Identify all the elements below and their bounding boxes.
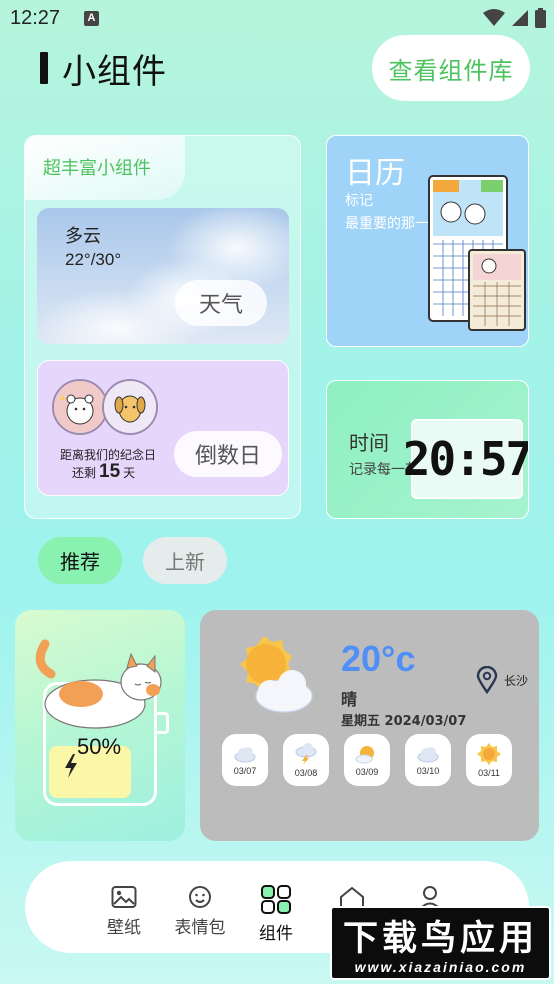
clock-time: 20:57 [402, 432, 529, 486]
cloudy-icon [234, 746, 256, 762]
forecast-day: 03/08 [283, 734, 329, 786]
notification-icon: A [84, 11, 99, 26]
rich-widgets-tab: 超丰富小组件 [25, 136, 185, 200]
countdown-widget-tile[interactable]: 距离我们的纪念日 还剩 15 天 倒数日 [37, 360, 289, 496]
title-accent-bar [40, 52, 48, 84]
emoji-icon [189, 886, 211, 908]
weather-condition: 多云 [65, 226, 101, 247]
battery-widget-card[interactable]: 50% [15, 610, 185, 841]
forecast-date: 03/10 [416, 765, 440, 776]
nav-wallpaper[interactable]: 壁纸 [89, 885, 159, 938]
dog-icon [104, 381, 156, 433]
current-condition: 晴 [341, 690, 358, 709]
calendar-illustration-icon [428, 175, 526, 331]
image-icon [111, 886, 137, 908]
weather-widget-card[interactable]: 20°c 晴 星期五 2024/03/07 长沙 03/07 03/08 03/… [200, 610, 539, 841]
tab-new[interactable]: 上新 [143, 537, 227, 584]
forecast-date: 03/09 [355, 766, 379, 777]
city-name: 长沙 [504, 673, 529, 688]
sunny-icon [477, 742, 501, 765]
widgets-grid-icon [261, 885, 291, 914]
battery-percent: 50% [77, 734, 122, 759]
countdown-days: 15 [99, 461, 121, 482]
watermark-sub: www.xiazainiao.com [354, 959, 527, 975]
forecast-day: 03/11 [466, 734, 512, 786]
current-date: 星期五 2024/03/07 [341, 714, 467, 729]
page-header: 小组件 [40, 48, 167, 92]
status-icons [483, 8, 546, 28]
time-title: 时间 [349, 431, 389, 455]
city-location: 长沙 [476, 666, 528, 694]
forecast-date: 03/11 [478, 767, 500, 778]
nav-stickers[interactable]: 表情包 [165, 885, 235, 938]
countdown-remain-prefix: 还剩 [72, 466, 97, 480]
calendar-title: 日历 [345, 156, 405, 191]
nav-widgets[interactable]: 组件 [241, 885, 311, 944]
calendar-widget-card[interactable]: 日历 标记 最重要的那一天 [326, 135, 529, 347]
view-widget-library-button[interactable]: 查看组件库 [372, 35, 530, 101]
nav-widgets-label: 组件 [259, 924, 293, 944]
nav-stickers-label: 表情包 [174, 918, 226, 938]
countdown-remaining: 还剩 15 天 [72, 461, 135, 483]
forecast-day: 03/10 [405, 734, 451, 786]
clock-face: 20:57 [403, 419, 528, 499]
watermark: 下载鸟应用 www.xiazainiao.com [330, 906, 551, 980]
countdown-button[interactable]: 倒数日 [174, 431, 282, 477]
tab-recommended[interactable]: 推荐 [38, 537, 122, 584]
signal-icon [512, 10, 528, 26]
status-bar: 12:27 A [0, 0, 554, 36]
countdown-unit: 天 [123, 466, 136, 480]
weather-temp-range: 22°/30° [65, 250, 122, 269]
forecast-date: 03/08 [294, 767, 318, 778]
partly-sunny-icon [355, 745, 374, 763]
status-time: 12:27 [10, 7, 61, 29]
lightning-icon [65, 754, 77, 778]
calendar-subtitle-line1: 标记 [345, 193, 373, 209]
watermark-main: 下载鸟应用 [342, 919, 538, 959]
nav-wallpaper-label: 壁纸 [107, 918, 141, 938]
rich-widgets-card: 超丰富小组件 多云 22°/30° 天气 距离我们的纪念日 还剩 15 天 倒数… [24, 135, 301, 519]
thunderstorm-icon [295, 742, 317, 765]
page-title: 小组件 [62, 51, 167, 92]
rich-widgets-label: 超丰富小组件 [43, 158, 151, 179]
bear-icon [54, 381, 106, 433]
sun-cloud-icon [240, 636, 313, 713]
weather-widget-tile[interactable]: 多云 22°/30° 天气 [37, 208, 289, 344]
forecast-date: 03/07 [233, 765, 257, 776]
forecast-row: 03/07 03/08 03/09 03/10 03/11 [222, 734, 512, 786]
battery-icon [535, 8, 546, 28]
cat-illustration-icon [35, 639, 162, 729]
location-pin-icon [476, 666, 498, 694]
wifi-icon [483, 9, 505, 26]
weather-button[interactable]: 天气 [175, 280, 267, 326]
forecast-day: 03/09 [344, 734, 390, 786]
avatar-bear [52, 379, 108, 435]
avatar-dog [102, 379, 158, 435]
cloudy-icon [417, 746, 439, 762]
forecast-day: 03/07 [222, 734, 268, 786]
current-temperature: 20°c [341, 638, 416, 679]
time-widget-card[interactable]: 时间 记录每一刻 20:57 [326, 380, 529, 519]
